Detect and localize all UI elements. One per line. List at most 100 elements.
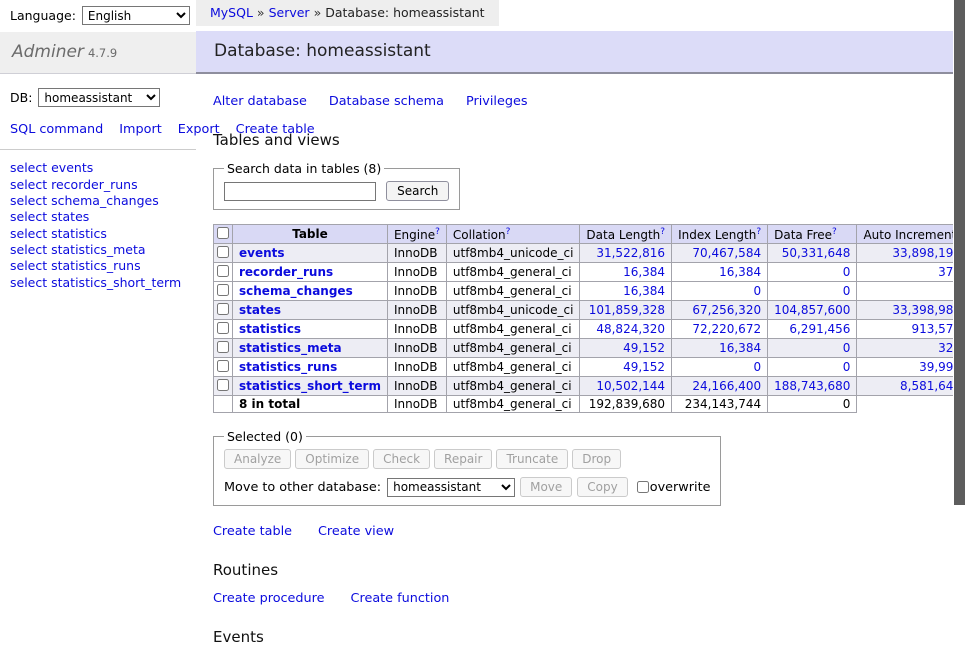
collation-cell: utf8mb4_general_ci (446, 282, 580, 301)
sidebar-table-link[interactable]: select statistics_runs (10, 258, 186, 273)
row-checkbox[interactable] (217, 341, 229, 353)
db-select[interactable]: homeassistant (38, 88, 160, 107)
index-length-link[interactable]: 16,384 (719, 265, 761, 279)
table-name-link[interactable]: statistics_short_term (239, 379, 381, 393)
sidebar-table-link[interactable]: select recorder_runs (10, 177, 186, 192)
create-link[interactable]: Create table (213, 524, 292, 539)
database-action-link[interactable]: Alter database (213, 94, 307, 109)
data-free-link[interactable]: 0 (843, 265, 851, 279)
column-header-engine[interactable]: Engine? (387, 225, 446, 244)
data-free-link[interactable]: 0 (843, 284, 851, 298)
column-header-data-length[interactable]: Data Length? (580, 225, 672, 244)
data-free-link[interactable]: 50,331,648 (782, 246, 851, 260)
auto-increment-link[interactable]: 33,898,196 (892, 246, 961, 260)
sidebar-table-link[interactable]: select statistics_short_term (10, 275, 186, 290)
adminer-app: Language: English Adminer4.7.9 DB: homea… (0, 0, 966, 543)
table-name-link[interactable]: recorder_runs (239, 265, 333, 279)
row-checkbox[interactable] (217, 303, 229, 315)
index-length-link[interactable]: 24,166,400 (692, 379, 761, 393)
scrollbar-thumb[interactable] (954, 0, 965, 505)
column-header-collation[interactable]: Collation? (446, 225, 580, 244)
data-free-link[interactable]: 188,743,680 (774, 379, 850, 393)
data-length-link[interactable]: 101,859,328 (589, 303, 665, 317)
row-checkbox[interactable] (217, 284, 229, 296)
table-name-link[interactable]: statistics (239, 322, 301, 336)
index-length-link[interactable]: 16,384 (719, 341, 761, 355)
select-all-checkbox[interactable] (217, 227, 229, 239)
table-name-link[interactable]: statistics_runs (239, 360, 337, 374)
move-db-select[interactable]: homeassistant (387, 478, 515, 497)
routine-link[interactable]: Create procedure (213, 591, 325, 606)
index-length-link[interactable]: 0 (753, 284, 761, 298)
language-select[interactable]: English (82, 6, 190, 25)
operation-button[interactable]: Check (373, 449, 430, 469)
help-icon[interactable]: ? (756, 227, 761, 237)
search-input[interactable] (224, 182, 376, 201)
column-header-index-length[interactable]: Index Length? (672, 225, 768, 244)
create-link[interactable]: Create view (318, 524, 394, 539)
operation-button[interactable]: Optimize (295, 449, 369, 469)
sidebar-table-link[interactable]: select schema_changes (10, 193, 186, 208)
table-name-link[interactable]: schema_changes (239, 284, 353, 298)
column-header-data-free[interactable]: Data Free? (768, 225, 857, 244)
index-length-link[interactable]: 70,467,584 (692, 246, 761, 260)
data-length-link[interactable]: 10,502,144 (596, 379, 665, 393)
index-length-link[interactable]: 0 (753, 360, 761, 374)
data-length-link[interactable]: 49,152 (623, 341, 665, 355)
operation-button[interactable]: Drop (572, 449, 621, 469)
data-length-link[interactable]: 48,824,320 (596, 322, 665, 336)
table-name-link[interactable]: states (239, 303, 281, 317)
data-length-link[interactable]: 16,384 (623, 265, 665, 279)
index-length-link[interactable]: 67,256,320 (692, 303, 761, 317)
data-free-link[interactable]: 104,857,600 (774, 303, 850, 317)
operation-button[interactable]: Repair (434, 449, 492, 469)
data-length-link[interactable]: 16,384 (623, 284, 665, 298)
row-checkbox[interactable] (217, 360, 229, 372)
data-free-link[interactable]: 0 (843, 360, 851, 374)
sidebar-table-link[interactable]: select statistics (10, 226, 186, 241)
sidebar-link[interactable]: Import (119, 122, 161, 137)
vertical-scrollbar[interactable] (953, 0, 966, 543)
row-checkbox[interactable] (217, 246, 229, 258)
database-action-link[interactable]: Privileges (466, 94, 528, 109)
data-length-link[interactable]: 31,522,816 (596, 246, 665, 260)
operation-button[interactable]: Truncate (496, 449, 568, 469)
copy-button[interactable]: Copy (577, 477, 627, 497)
sidebar-table-link[interactable]: select events (10, 160, 186, 175)
breadcrumb-link-server[interactable]: Server (269, 5, 310, 20)
sidebar: Language: English Adminer4.7.9 DB: homea… (0, 0, 196, 543)
engine-cell: InnoDB (387, 301, 446, 320)
breadcrumb-link-mysql[interactable]: MySQL (210, 5, 253, 20)
table-row: states InnoDB utf8mb4_unicode_ci 101,859… (214, 301, 966, 320)
row-checkbox[interactable] (217, 322, 229, 334)
help-icon[interactable]: ? (506, 227, 511, 237)
index-length-link[interactable]: 72,220,672 (692, 322, 761, 336)
column-header-auto-increment[interactable]: Auto Increment? (857, 225, 966, 244)
collation-cell: utf8mb4_general_ci (446, 263, 580, 282)
data-free-link[interactable]: 6,291,456 (789, 322, 850, 336)
help-icon[interactable]: ? (832, 227, 837, 237)
routine-link[interactable]: Create function (351, 591, 450, 606)
help-icon[interactable]: ? (660, 227, 665, 237)
db-label: DB: (10, 90, 32, 105)
table-name-link[interactable]: statistics_meta (239, 341, 342, 355)
search-button[interactable]: Search (386, 181, 449, 201)
sidebar-table-link[interactable]: select states (10, 209, 186, 224)
overwrite-checkbox[interactable] (637, 481, 649, 493)
help-icon[interactable]: ? (435, 227, 440, 237)
collation-cell: utf8mb4_general_ci (446, 358, 580, 377)
move-button[interactable]: Move (520, 477, 572, 497)
data-free-link[interactable]: 0 (843, 341, 851, 355)
table-row: statistics_runs InnoDB utf8mb4_general_c… (214, 358, 966, 377)
auto-increment-link[interactable]: 8,581,645 (900, 379, 961, 393)
row-checkbox[interactable] (217, 265, 229, 277)
operation-button[interactable]: Analyze (224, 449, 291, 469)
row-checkbox[interactable] (217, 379, 229, 391)
data-length-link[interactable]: 49,152 (623, 360, 665, 374)
sidebar-table-link[interactable]: select statistics_meta (10, 242, 186, 257)
column-header-table[interactable]: Table (233, 225, 388, 244)
database-action-link[interactable]: Database schema (329, 94, 444, 109)
auto-increment-link[interactable]: 33,398,984 (892, 303, 961, 317)
sidebar-link[interactable]: SQL command (10, 122, 103, 137)
table-name-link[interactable]: events (239, 246, 285, 260)
